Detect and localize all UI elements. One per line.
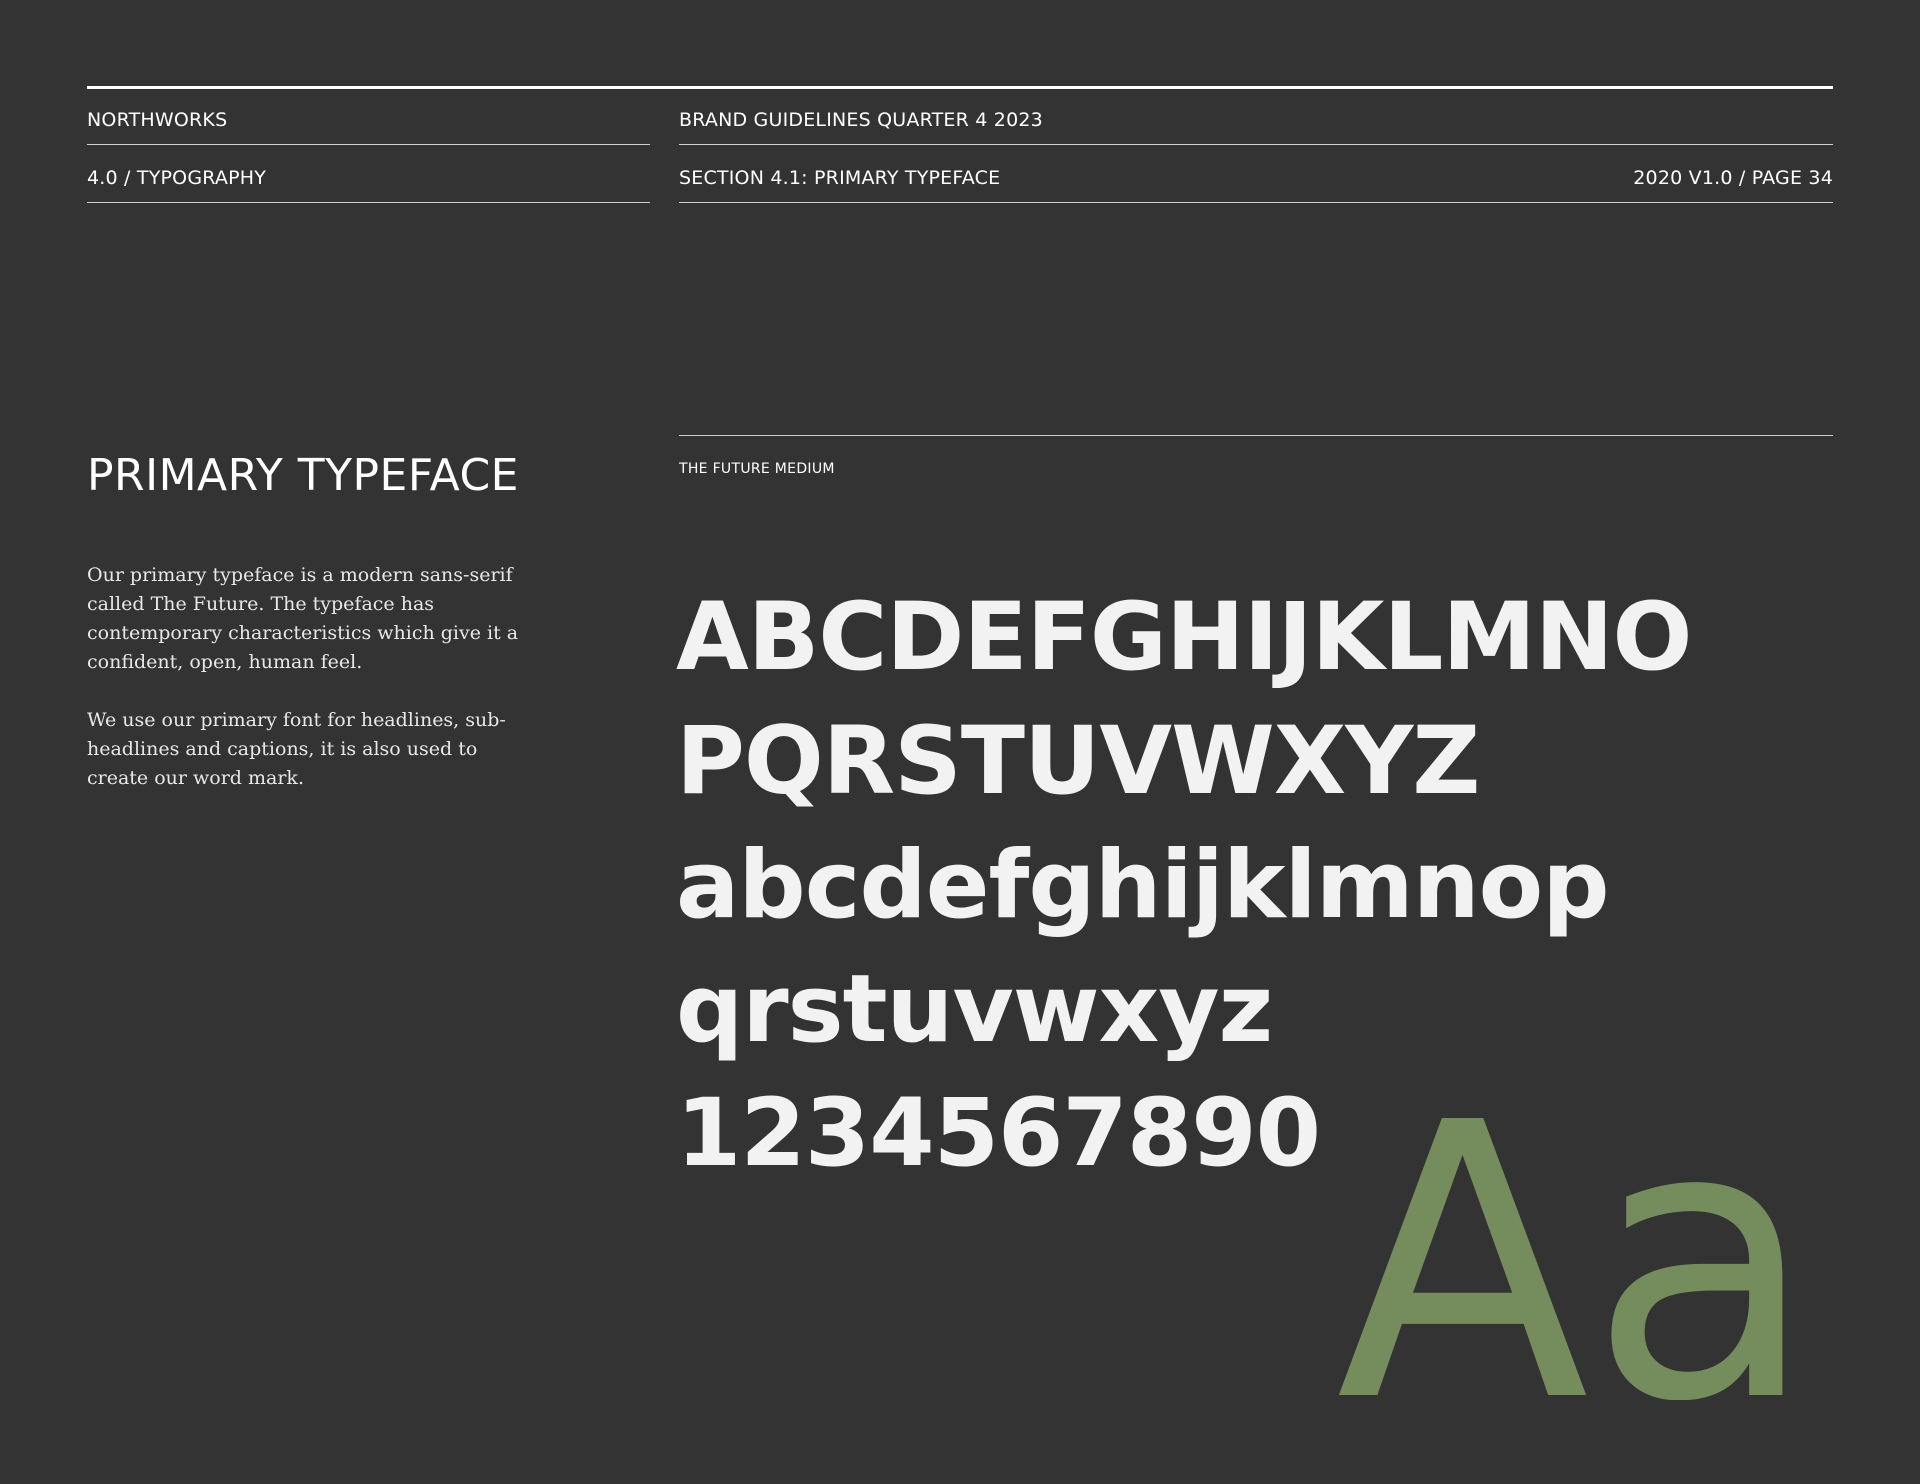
uppercase-specimen-line-1: ABCDEFGHIJKLMNO	[676, 583, 1692, 692]
header-rule-left-2	[87, 202, 650, 203]
header-rule-right-2	[679, 202, 1833, 203]
glyph-sample-text: Aa	[1336, 1060, 1816, 1400]
uppercase-specimen-line-2: PQRSTUVWXYZ	[676, 707, 1480, 816]
header-rule-right-1	[679, 144, 1833, 145]
numerals-specimen: 1234567890	[676, 1079, 1321, 1188]
lowercase-specimen-line-2: qrstuvwxyz	[676, 955, 1273, 1064]
header-rule-left-1	[87, 144, 650, 145]
glyph-sample-aa: Aa	[1336, 1060, 1816, 1400]
specimen-rule	[679, 435, 1833, 436]
header-top-rule	[87, 86, 1833, 89]
intro-paragraph: Our primary typeface is a modern sans-se…	[87, 564, 519, 673]
brand-name: NORTHWORKS	[87, 109, 228, 131]
page-info: 2020 V1.0 / PAGE 34	[1633, 167, 1833, 189]
section-label: SECTION 4.1: PRIMARY TYPEFACE	[679, 167, 1001, 189]
lowercase-specimen-line-1: abcdefghijklmnop	[676, 831, 1609, 940]
typeface-name: THE FUTURE MEDIUM	[679, 461, 835, 477]
usage-paragraph: We use our primary font for headlines, s…	[87, 709, 506, 789]
chapter-label: 4.0 / TYPOGRAPHY	[87, 167, 267, 189]
page-title: PRIMARY TYPEFACE	[87, 450, 519, 501]
document-title: BRAND GUIDELINES QUARTER 4 2023	[679, 109, 1043, 131]
